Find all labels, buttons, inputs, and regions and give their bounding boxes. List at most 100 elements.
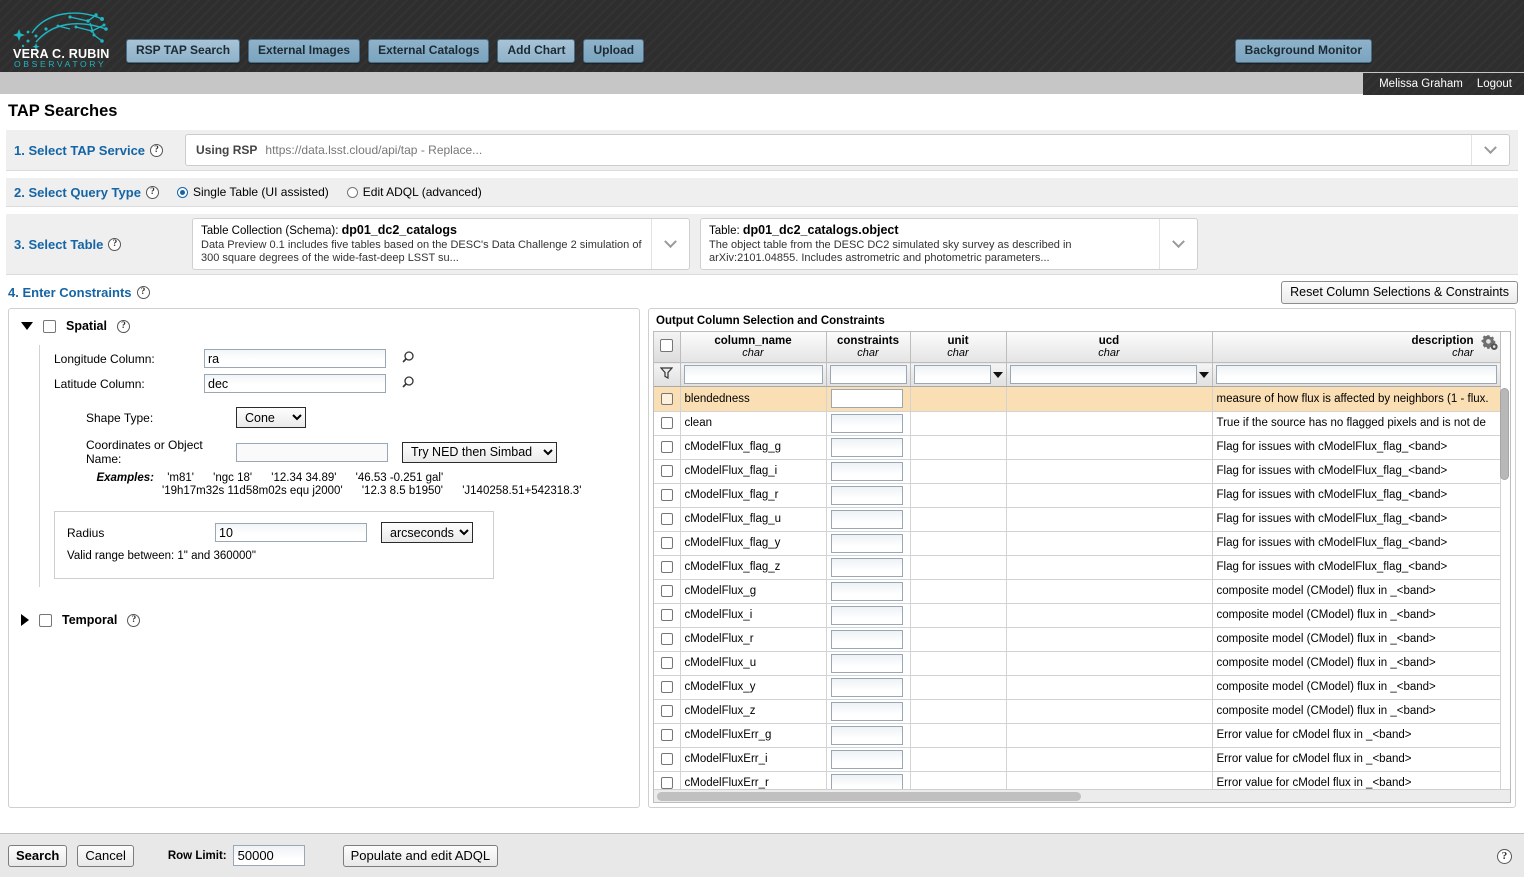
spatial-enable-checkbox[interactable] (43, 319, 56, 333)
table-row[interactable]: blendedness measure of how flux is affect… (654, 387, 1501, 412)
header-constraints[interactable]: constraints char (826, 332, 911, 363)
row-constraint-input[interactable] (830, 605, 903, 625)
filter-unit-chevron-down-icon[interactable] (992, 371, 1003, 378)
row-constraint-input[interactable] (830, 437, 903, 457)
schema-select-card[interactable]: Table Collection (Schema): dp01_dc2_cata… (192, 218, 690, 270)
radius-input[interactable] (215, 523, 367, 542)
longitude-column-input[interactable] (204, 349, 386, 368)
row-select-checkbox[interactable] (660, 512, 673, 525)
triangle-right-icon[interactable] (21, 614, 29, 626)
table-row[interactable]: cModelFlux_g composite model (CModel) flu… (654, 579, 1501, 604)
horizontal-scroll-thumb[interactable] (657, 792, 1081, 801)
row-select-checkbox[interactable] (660, 680, 673, 693)
nav-tab-upload[interactable]: Upload (583, 39, 645, 63)
row-constraint-input[interactable] (830, 557, 903, 577)
row-select-checkbox[interactable] (660, 752, 673, 765)
table-row[interactable]: cModelFlux_flag_y Flag for issues with cM… (654, 531, 1501, 556)
table-row[interactable]: cModelFlux_u composite model (CModel) flu… (654, 651, 1501, 676)
search-button[interactable]: Search (8, 844, 68, 867)
row-select-checkbox[interactable] (660, 392, 673, 405)
filter-description-input[interactable] (1215, 365, 1497, 384)
row-constraint-input[interactable] (830, 749, 903, 769)
row-constraint-input[interactable] (830, 413, 903, 433)
row-select-checkbox[interactable] (660, 728, 673, 741)
row-constraint-input[interactable] (830, 485, 903, 505)
step-2-help-icon[interactable]: ? (145, 185, 159, 199)
tap-service-chevron-down-icon[interactable] (1471, 135, 1509, 165)
filter-column-name-input[interactable] (683, 365, 823, 384)
bottom-help-icon[interactable]: ? (1497, 848, 1512, 864)
row-constraint-input[interactable] (830, 629, 903, 649)
spatial-accordion-header[interactable]: Spatial ? (21, 319, 627, 333)
header-description[interactable]: description char (1212, 332, 1501, 363)
row-constraint-input[interactable] (830, 389, 903, 409)
gear-icon[interactable] (1481, 334, 1498, 354)
row-select-checkbox[interactable] (660, 632, 673, 645)
filter-ucd-input[interactable] (1009, 365, 1197, 384)
step-4-help-icon[interactable]: ? (136, 286, 150, 299)
radio-single-table[interactable]: Single Table (UI assisted) (176, 185, 329, 199)
table-row[interactable]: cModelFluxErr_g Error value for cModel fl… (654, 723, 1501, 748)
row-constraint-input[interactable] (830, 653, 903, 673)
table-select-card[interactable]: Table: dp01_dc2_catalogs.object The obje… (700, 218, 1198, 270)
header-ucd[interactable]: ucd char (1006, 332, 1213, 363)
table-row[interactable]: cModelFlux_i composite model (CModel) flu… (654, 603, 1501, 628)
reset-columns-button[interactable]: Reset Column Selections & Constraints (1281, 281, 1518, 304)
table-row[interactable]: cModelFlux_flag_i Flag for issues with cM… (654, 459, 1501, 484)
table-row[interactable]: cModelFlux_y composite model (CModel) flu… (654, 675, 1501, 700)
temporal-accordion-header[interactable]: Temporal ? (21, 613, 627, 627)
schema-chevron-down-icon[interactable] (651, 219, 689, 269)
logout-link[interactable]: Logout (1477, 78, 1512, 90)
row-constraint-input[interactable] (830, 509, 903, 529)
vertical-scroll-thumb[interactable] (1500, 388, 1509, 480)
radio-single-table-indicator[interactable] (176, 186, 188, 198)
table-row[interactable]: cModelFlux_flag_g Flag for issues with cM… (654, 435, 1501, 460)
header-column-name[interactable]: column_name char (680, 332, 827, 363)
populate-and-edit-adql-button[interactable]: Populate and edit ADQL (342, 844, 499, 867)
filter-unit-input[interactable] (913, 365, 991, 384)
step-1-help-icon[interactable]: ? (150, 143, 164, 157)
resolver-select[interactable]: Try NED then Simbad (402, 441, 557, 463)
row-select-checkbox[interactable] (660, 536, 673, 549)
row-select-checkbox[interactable] (660, 560, 673, 573)
output-table-scroll-area[interactable]: blendedness measure of how flux is affect… (654, 387, 1510, 789)
select-all-checkbox[interactable] (660, 339, 674, 352)
step-3-help-icon[interactable]: ? (108, 237, 122, 251)
table-row[interactable]: cModelFluxErr_r Error value for cModel fl… (654, 771, 1501, 789)
table-horizontal-scrollbar[interactable] (654, 789, 1510, 802)
table-row[interactable]: cModelFlux_r composite model (CModel) flu… (654, 627, 1501, 652)
tap-service-select[interactable]: Using RSP https://data.lsst.cloud/api/ta… (185, 134, 1510, 166)
row-select-checkbox[interactable] (660, 704, 673, 717)
cancel-button[interactable]: Cancel (77, 844, 134, 867)
latitude-column-input[interactable] (204, 374, 386, 393)
background-monitor-button[interactable]: Background Monitor (1234, 39, 1372, 63)
row-select-checkbox[interactable] (660, 464, 673, 477)
header-unit[interactable]: unit char (910, 332, 1007, 363)
row-select-checkbox[interactable] (660, 416, 673, 429)
row-constraint-input[interactable] (830, 533, 903, 553)
triangle-down-icon[interactable] (21, 322, 33, 330)
table-row[interactable]: cModelFlux_flag_r Flag for issues with cM… (654, 483, 1501, 508)
latitude-magnifier-icon[interactable] (400, 375, 415, 393)
nav-tab-external-images[interactable]: External Images (248, 39, 361, 63)
table-row[interactable]: cModelFluxErr_i Error value for cModel fl… (654, 747, 1501, 772)
shape-type-select[interactable]: Cone (236, 407, 306, 428)
coords-or-object-input[interactable] (236, 442, 388, 462)
spatial-help-icon[interactable]: ? (117, 319, 130, 333)
radio-edit-adql[interactable]: Edit ADQL (advanced) (346, 185, 482, 199)
row-constraint-input[interactable] (830, 461, 903, 481)
longitude-magnifier-icon[interactable] (400, 350, 415, 368)
temporal-help-icon[interactable]: ? (127, 613, 141, 627)
row-constraint-input[interactable] (830, 701, 903, 721)
table-row[interactable]: clean True if the source has no flagged p… (654, 411, 1501, 436)
filter-constraints-input[interactable] (829, 365, 907, 384)
row-select-checkbox[interactable] (660, 608, 673, 621)
row-constraint-input[interactable] (830, 773, 903, 789)
table-row[interactable]: cModelFlux_flag_z Flag for issues with cM… (654, 555, 1501, 580)
row-select-checkbox[interactable] (660, 488, 673, 501)
nav-tab-external-catalogs[interactable]: External Catalogs (368, 39, 490, 63)
nav-tab-rsp-tap-search[interactable]: RSP TAP Search (126, 39, 241, 63)
table-chevron-down-icon[interactable] (1159, 219, 1197, 269)
filter-ucd-chevron-down-icon[interactable] (1198, 371, 1209, 378)
table-row[interactable]: cModelFlux_flag_u Flag for issues with cM… (654, 507, 1501, 532)
